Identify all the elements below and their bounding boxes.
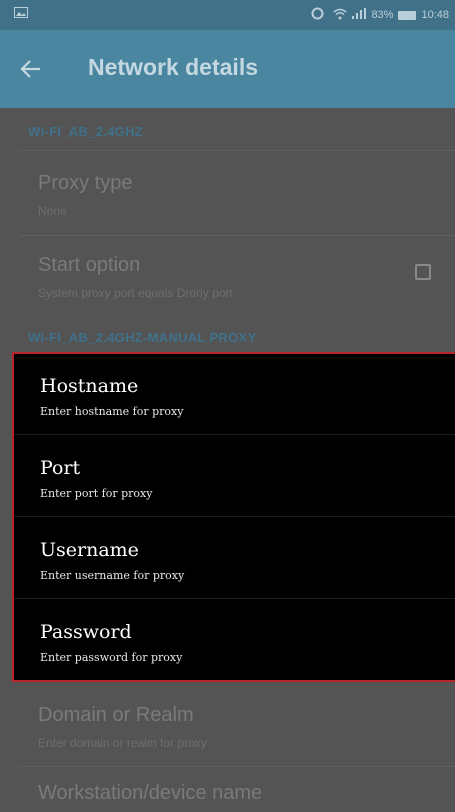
battery-icon <box>398 10 417 20</box>
hostname-title: Hostname <box>40 375 139 397</box>
battery-percent: 83% <box>371 9 394 21</box>
section-header-wifi: WI-FI_AB_2.4GHZ <box>28 124 144 139</box>
signal-icon <box>352 8 367 22</box>
proxy-type-setting[interactable]: Proxy type None <box>0 152 455 232</box>
proxy-type-summary: None <box>38 204 67 218</box>
hostname-summary: Enter hostname for proxy <box>40 405 184 418</box>
username-setting[interactable]: Username Enter username for proxy <box>14 518 455 599</box>
workstation-setting[interactable]: Workstation/device name <box>0 768 455 812</box>
status-time: 10:48 <box>421 9 449 21</box>
port-summary: Enter port for proxy <box>40 487 153 500</box>
page-title: Network details <box>88 54 258 80</box>
app-bar: Network details <box>0 30 455 108</box>
domain-summary: Enter domain or realm for proxy <box>38 736 207 750</box>
start-option-summary: System proxy port equals Drony port <box>38 286 233 300</box>
image-icon <box>14 7 28 21</box>
back-arrow-icon[interactable] <box>18 56 44 82</box>
wifi-icon <box>333 8 347 23</box>
start-option-setting[interactable]: Start option System proxy port equals Dr… <box>0 236 455 316</box>
proxy-fields-group: Hostname Enter hostname for proxy Port E… <box>12 352 455 682</box>
divider <box>20 766 455 767</box>
workstation-title: Workstation/device name <box>38 782 263 804</box>
start-option-title: Start option <box>38 254 141 276</box>
password-title: Password <box>40 621 132 643</box>
domain-setting[interactable]: Domain or Realm Enter domain or realm fo… <box>0 688 455 768</box>
username-summary: Enter username for proxy <box>40 569 185 582</box>
section-header-manual-proxy: WI-FI_AB_2.4GHZ-MANUAL PROXY <box>28 330 257 345</box>
password-summary: Enter password for proxy <box>40 651 183 664</box>
sync-icon <box>311 7 324 23</box>
port-title: Port <box>40 457 81 479</box>
username-title: Username <box>40 539 139 561</box>
domain-title: Domain or Realm <box>38 704 194 726</box>
password-setting[interactable]: Password Enter password for proxy <box>14 600 455 680</box>
proxy-type-title: Proxy type <box>38 172 133 194</box>
start-option-checkbox[interactable] <box>415 264 431 280</box>
status-bar: 83% 10:48 <box>0 0 455 30</box>
divider <box>20 150 455 151</box>
port-setting[interactable]: Port Enter port for proxy <box>14 436 455 517</box>
hostname-setting[interactable]: Hostname Enter hostname for proxy <box>14 354 455 435</box>
